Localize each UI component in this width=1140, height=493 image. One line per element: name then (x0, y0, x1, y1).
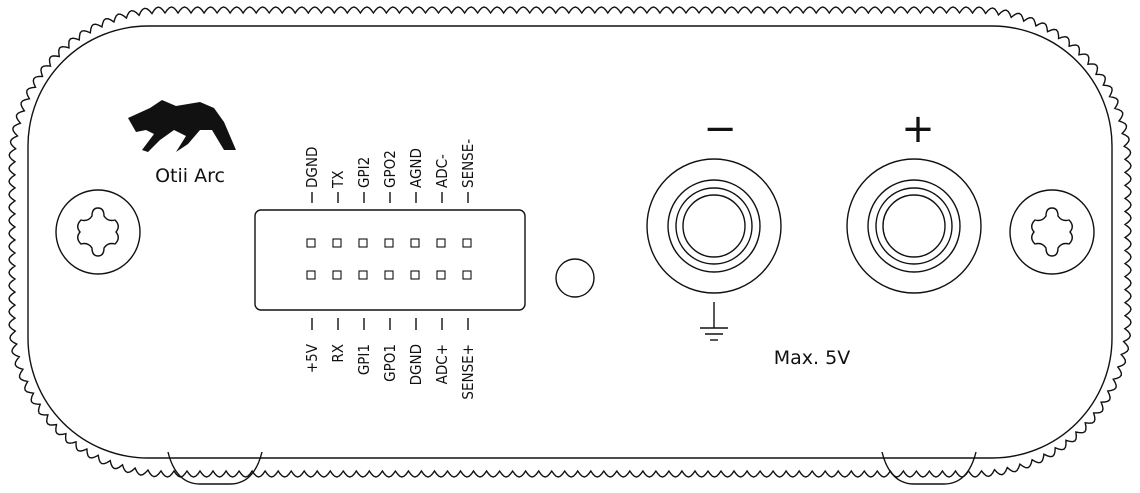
connector-pin (358, 238, 368, 248)
panel-body-outline (27, 25, 1113, 459)
gpio-connector (254, 209, 526, 311)
pin-label-top-6: ADC- (433, 154, 451, 188)
pin-label-top-1: DGND (303, 147, 321, 188)
status-led (555, 258, 595, 298)
positive-terminal-label: + (901, 106, 935, 152)
pin-label-bottom-4: GPO1 (381, 344, 399, 382)
negative-terminal-label: − (703, 106, 737, 152)
pin-label-bottom-1: +5V (303, 343, 321, 373)
pin-label-top-5: AGND (407, 148, 425, 188)
pin-label-bottom-5: DGND (407, 344, 425, 385)
connector-pin (436, 270, 446, 280)
connector-pin (332, 238, 342, 248)
pin-label-bottom-2: RX (329, 344, 347, 363)
connector-pin (436, 238, 446, 248)
pin-label-bottom-6: ADC+ (433, 344, 451, 384)
left-foot (167, 451, 263, 485)
ground-symbol-icon (700, 302, 728, 341)
connector-pin (306, 238, 316, 248)
outer-scalloped-edge (8, 6, 1132, 478)
connector-pin (410, 238, 420, 248)
device-name: Otii Arc (155, 165, 225, 187)
positive-terminal (846, 158, 982, 294)
connector-pin (306, 270, 316, 280)
pin-label-top-3: GPI2 (355, 157, 373, 188)
connector-pin (462, 238, 472, 248)
pin-label-bottom-7: SENSE+ (459, 344, 477, 400)
negative-terminal (646, 158, 782, 294)
connector-pin (384, 270, 394, 280)
left-torx-screw-icon (55, 189, 141, 275)
connector-pin (410, 270, 420, 280)
connector-pins (306, 238, 472, 280)
front-panel-drawing: Otii Arc DGND TX GPI2 GPO2 AGND ADC- SEN… (8, 6, 1132, 485)
pin-label-bottom-3: GPI1 (355, 344, 373, 375)
connector-pin (332, 270, 342, 280)
bear-logo-icon (128, 100, 236, 152)
right-torx-screw-icon (1009, 189, 1095, 275)
pin-label-top-4: GPO2 (381, 150, 399, 188)
pin-label-top-7: SENSE- (459, 139, 477, 188)
connector-pin (462, 270, 472, 280)
connector-pin (384, 238, 394, 248)
right-foot (881, 451, 977, 485)
pin-label-top-2: TX (329, 171, 347, 189)
connector-bottom-labels: +5V RX GPI1 GPO1 DGND ADC+ SENSE+ (303, 343, 477, 399)
connector-top-labels: DGND TX GPI2 GPO2 AGND ADC- SENSE- (303, 139, 477, 189)
connector-pin (358, 270, 368, 280)
device-front-panel: Otii Arc DGND TX GPI2 GPO2 AGND ADC- SEN… (0, 0, 1140, 488)
max-voltage-label: Max. 5V (774, 347, 850, 369)
